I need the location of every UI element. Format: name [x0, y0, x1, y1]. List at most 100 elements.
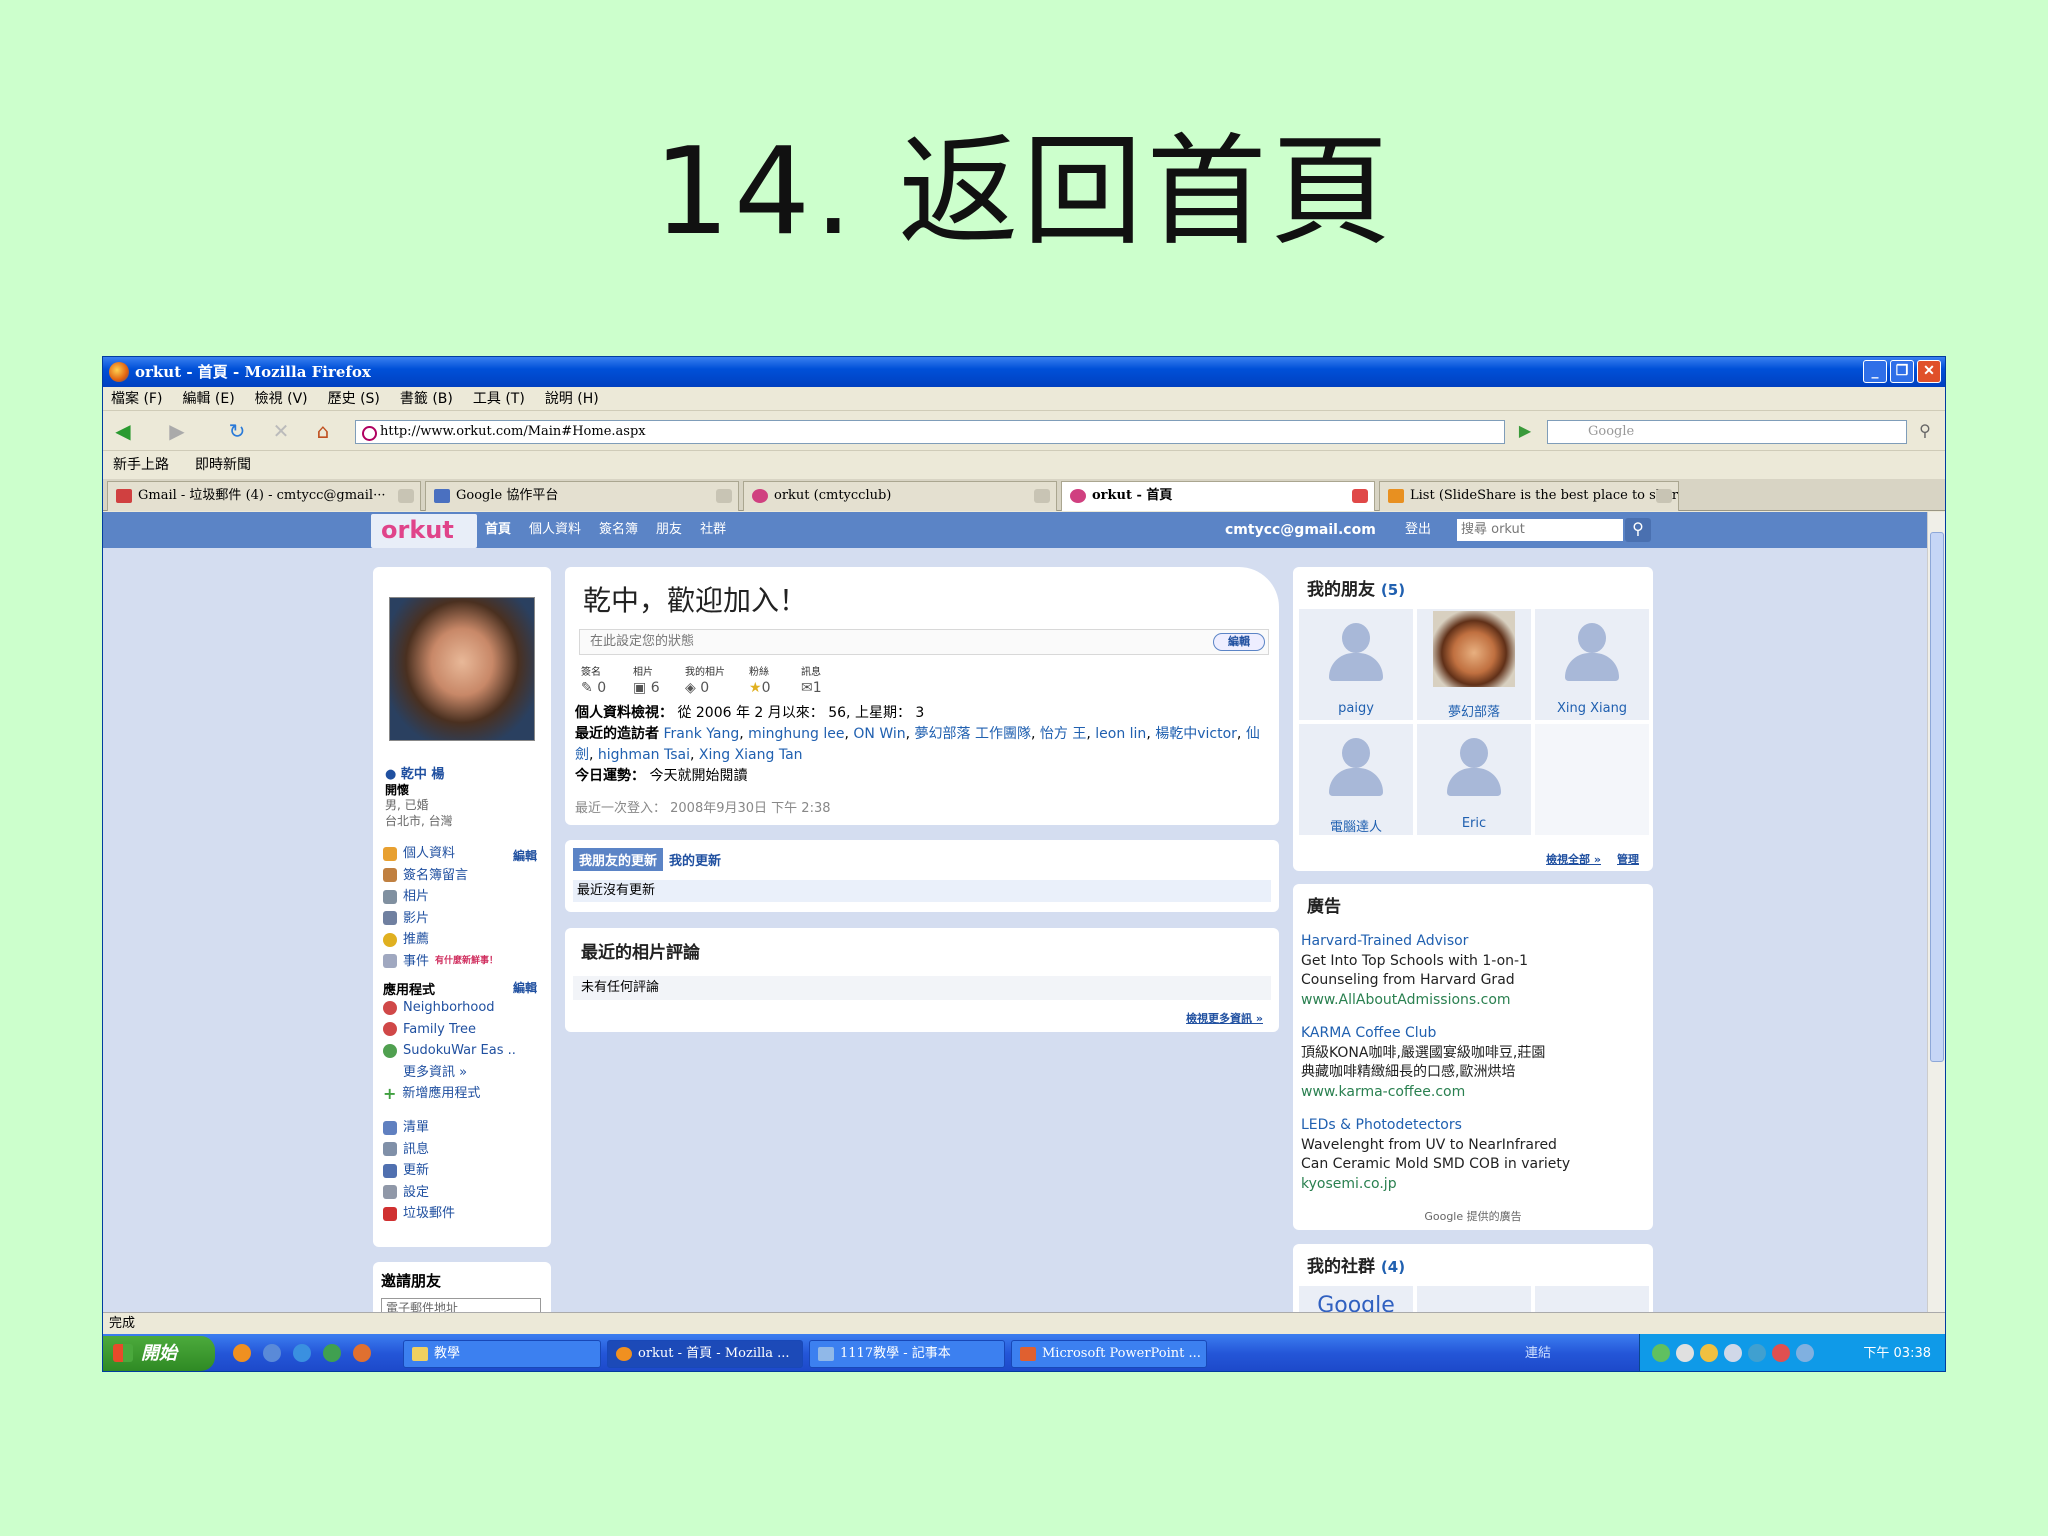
- visitor-link[interactable]: 夢幻部落 工作團隊: [915, 726, 1031, 742]
- bookmark-news[interactable]: 即時新聞: [195, 451, 251, 479]
- profile-name[interactable]: ● 乾中 楊: [385, 763, 444, 782]
- search-icon[interactable]: ⚲: [1911, 418, 1939, 444]
- logout-link[interactable]: 登出: [1405, 512, 1431, 548]
- user-email[interactable]: cmtycc@gmail.com: [1225, 512, 1376, 548]
- tab-gmail[interactable]: Gmail - 垃圾郵件 (4) - cmtycc@gmail···: [107, 481, 421, 511]
- window-titlebar[interactable]: orkut - 首頁 - Mozilla Firefox _ ❐ ✕: [103, 357, 1945, 387]
- apps-more-link[interactable]: 更多資訊 »: [383, 1062, 516, 1084]
- desktop-quicklaunch-icon[interactable]: [263, 1344, 281, 1362]
- visitor-link[interactable]: Frank Yang: [663, 726, 739, 742]
- nav-friends[interactable]: 朋友: [656, 512, 682, 548]
- stat-fans[interactable]: 粉絲 ★0: [749, 663, 789, 696]
- minimize-button[interactable]: _: [1863, 360, 1887, 383]
- visitor-link[interactable]: minghung lee: [748, 726, 844, 742]
- nav-home[interactable]: 首頁: [485, 512, 511, 548]
- orkut-search-input[interactable]: 搜尋 orkut: [1457, 519, 1623, 541]
- firefox-quicklaunch-icon[interactable]: [233, 1344, 251, 1362]
- ad-title[interactable]: KARMA Coffee Club: [1301, 1024, 1545, 1044]
- menu-item-messages[interactable]: 訊息: [383, 1139, 455, 1161]
- menu-view[interactable]: 檢視 (V): [255, 387, 320, 410]
- manage-friends-link[interactable]: 管理: [1617, 851, 1639, 867]
- apps-edit-link[interactable]: 編輯: [513, 979, 537, 996]
- app-neighborhood[interactable]: Neighborhood: [383, 997, 516, 1019]
- profile-edit-link[interactable]: 編輯: [513, 847, 537, 864]
- tab-close-icon[interactable]: [716, 489, 732, 503]
- taskbar-firefox[interactable]: orkut - 首頁 - Mozilla ...: [607, 1340, 803, 1368]
- view-all-friends-link[interactable]: 檢視全部 »: [1546, 851, 1601, 867]
- avatar[interactable]: [389, 597, 535, 741]
- friend-name[interactable]: 電腦達人: [1299, 816, 1413, 835]
- maximize-button[interactable]: ❐: [1890, 360, 1914, 383]
- tab-google-sites[interactable]: Google 協作平台: [425, 481, 739, 511]
- ad-item[interactable]: LEDs & Photodetectors Wavelenght from UV…: [1301, 1116, 1570, 1194]
- nav-communities[interactable]: 社群: [700, 512, 726, 548]
- tab-close-icon[interactable]: [398, 489, 414, 503]
- app-family-tree[interactable]: Family Tree: [383, 1019, 516, 1041]
- links-toolbar[interactable]: 連結: [1525, 1334, 1551, 1371]
- menu-bookmarks[interactable]: 書籤 (B): [400, 387, 465, 410]
- menu-item-photos[interactable]: 相片: [383, 886, 498, 908]
- go-icon[interactable]: ▶: [1511, 418, 1539, 444]
- back-icon[interactable]: ◀: [109, 418, 137, 444]
- taskbar-folder-teaching[interactable]: 教學: [403, 1340, 601, 1368]
- ad-item[interactable]: KARMA Coffee Club 頂級KONA咖啡,嚴選國宴級咖啡豆,莊園 典…: [1301, 1024, 1545, 1102]
- tab-close-icon[interactable]: [1034, 489, 1050, 503]
- tray-icon[interactable]: [1652, 1344, 1670, 1362]
- menu-item-videos[interactable]: 影片: [383, 908, 498, 930]
- url-bar[interactable]: http://www.orkut.com/Main#Home.aspx: [355, 420, 1505, 444]
- friend-card[interactable]: 電腦達人: [1299, 724, 1413, 835]
- menu-item-events[interactable]: 事件 有什麼新鮮事！: [383, 951, 498, 973]
- ie-quicklaunch-icon[interactable]: [293, 1344, 311, 1362]
- menu-item-lists[interactable]: 清單: [383, 1117, 455, 1139]
- volume-icon[interactable]: [1724, 1344, 1742, 1362]
- visitor-link[interactable]: Xing Xiang Tan: [699, 747, 803, 763]
- tray-icon[interactable]: [1676, 1344, 1694, 1362]
- friend-name[interactable]: Xing Xiang: [1535, 701, 1649, 716]
- community-card[interactable]: [1417, 1286, 1531, 1312]
- invite-email-input[interactable]: 電子郵件地址: [381, 1298, 541, 1312]
- view-more-link[interactable]: 檢視更多資訊 »: [1186, 1010, 1263, 1026]
- tab-orkut-club[interactable]: orkut (cmtycclub): [743, 481, 1057, 511]
- community-card[interactable]: [1535, 1286, 1649, 1312]
- friend-card[interactable]: Xing Xiang: [1535, 609, 1649, 720]
- friend-card[interactable]: Eric: [1417, 724, 1531, 835]
- tab-close-icon[interactable]: [1656, 489, 1672, 503]
- communities-heading[interactable]: 我的社群 (4): [1307, 1252, 1405, 1277]
- app-sudokuwar[interactable]: SudokuWar Eas ..: [383, 1040, 516, 1062]
- close-button[interactable]: ✕: [1917, 360, 1941, 383]
- friend-card[interactable]: 夢幻部落: [1417, 609, 1531, 720]
- stop-icon[interactable]: ✕: [267, 418, 295, 444]
- status-edit-button[interactable]: 編輯: [1213, 633, 1265, 651]
- friend-name[interactable]: paigy: [1299, 701, 1413, 716]
- ad-title[interactable]: Harvard-Trained Advisor: [1301, 932, 1528, 952]
- tab-my-updates[interactable]: 我的更新: [663, 848, 727, 871]
- visitor-link[interactable]: leon lin: [1095, 726, 1146, 742]
- reload-icon[interactable]: ↻: [223, 418, 251, 444]
- menu-tools[interactable]: 工具 (T): [473, 387, 537, 410]
- menu-item-updates[interactable]: 更新: [383, 1160, 455, 1182]
- tab-close-icon[interactable]: [1352, 489, 1368, 503]
- tray-icon[interactable]: [1748, 1344, 1766, 1362]
- messenger-quicklaunch-icon[interactable]: [323, 1344, 341, 1362]
- ad-item[interactable]: Harvard-Trained Advisor Get Into Top Sch…: [1301, 932, 1528, 1010]
- network-icon[interactable]: [1796, 1344, 1814, 1362]
- ad-url[interactable]: www.karma-coffee.com: [1301, 1083, 1545, 1103]
- taskbar-notepad[interactable]: 1117教學 - 記事本: [809, 1340, 1005, 1368]
- friend-name[interactable]: Eric: [1417, 816, 1531, 831]
- menu-file[interactable]: 檔案 (F): [111, 387, 174, 410]
- tab-orkut-home[interactable]: orkut - 首頁: [1061, 481, 1375, 511]
- ad-url[interactable]: kyosemi.co.jp: [1301, 1175, 1570, 1195]
- menu-item-scrapbook[interactable]: 簽名簿留言: [383, 865, 498, 887]
- menu-history[interactable]: 歷史 (S): [328, 387, 392, 410]
- start-button[interactable]: 開始: [103, 1336, 215, 1371]
- add-app-link[interactable]: + 新增應用程式: [383, 1083, 480, 1105]
- menu-item-testimonials[interactable]: 推薦: [383, 929, 498, 951]
- search-input[interactable]: Google: [1547, 420, 1907, 444]
- visitor-link[interactable]: 怡方 王: [1040, 726, 1086, 742]
- home-icon[interactable]: ⌂: [309, 418, 337, 444]
- bookmark-getting-started[interactable]: 新手上路: [113, 451, 169, 479]
- menu-edit[interactable]: 編輯 (E): [182, 387, 246, 410]
- scrollbar-thumb[interactable]: [1930, 532, 1944, 1062]
- ads-footer[interactable]: Google 提供的廣告: [1293, 1208, 1653, 1224]
- visitor-link[interactable]: highman Tsai: [598, 747, 690, 763]
